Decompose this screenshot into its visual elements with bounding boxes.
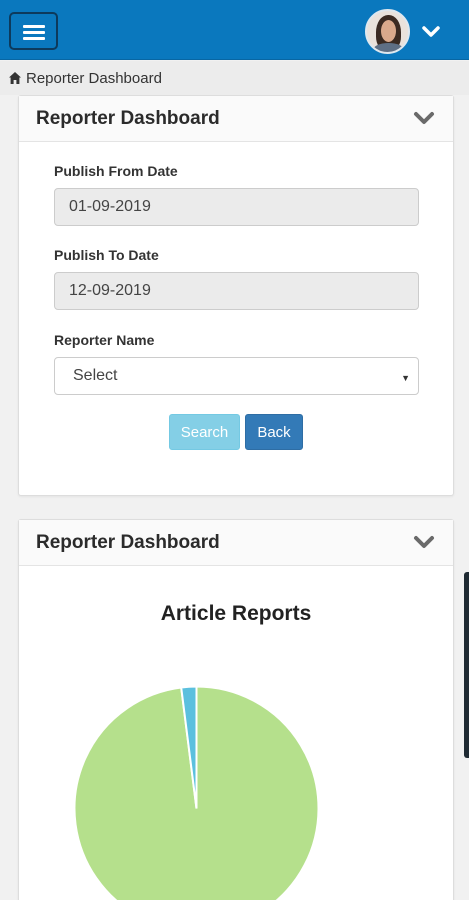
to-date-field[interactable]: 12-09-2019 — [54, 272, 419, 310]
search-button[interactable]: Search — [169, 414, 240, 450]
reporter-name-value: Select — [73, 367, 118, 384]
reporter-name-label: Reporter Name — [54, 332, 155, 348]
from-date-label: Publish From Date — [54, 163, 178, 179]
panel-title: Reporter Dashboard — [36, 532, 220, 553]
chevron-down-icon[interactable] — [413, 110, 435, 126]
breadcrumb-label[interactable]: Reporter Dashboard — [26, 70, 162, 87]
avatar[interactable] — [365, 9, 410, 54]
reporter-name-select[interactable]: Select ▼ — [54, 357, 419, 395]
hamburger-icon — [23, 25, 45, 28]
top-navbar — [0, 0, 469, 60]
menu-toggle-button[interactable] — [9, 12, 58, 50]
chevron-down-icon[interactable] — [413, 534, 435, 550]
filter-panel-header: Reporter Dashboard — [19, 96, 453, 142]
chevron-down-icon[interactable] — [420, 20, 442, 42]
panel-title: Reporter Dashboard — [36, 108, 220, 129]
chart-panel: Reporter Dashboard Article Reports — [18, 519, 454, 900]
pie-chart — [74, 686, 319, 900]
from-date-field[interactable]: 01-09-2019 — [54, 188, 419, 226]
to-date-label: Publish To Date — [54, 247, 159, 263]
chart-panel-header: Reporter Dashboard — [19, 520, 453, 566]
breadcrumb: Reporter Dashboard — [0, 61, 469, 95]
home-icon[interactable] — [8, 71, 22, 85]
filter-panel: Reporter Dashboard Publish From Date 01-… — [18, 95, 454, 496]
chart-title: Article Reports — [160, 602, 312, 625]
scrollbar[interactable] — [464, 572, 469, 758]
back-button[interactable]: Back — [245, 414, 303, 450]
caret-down-icon: ▼ — [401, 373, 410, 383]
